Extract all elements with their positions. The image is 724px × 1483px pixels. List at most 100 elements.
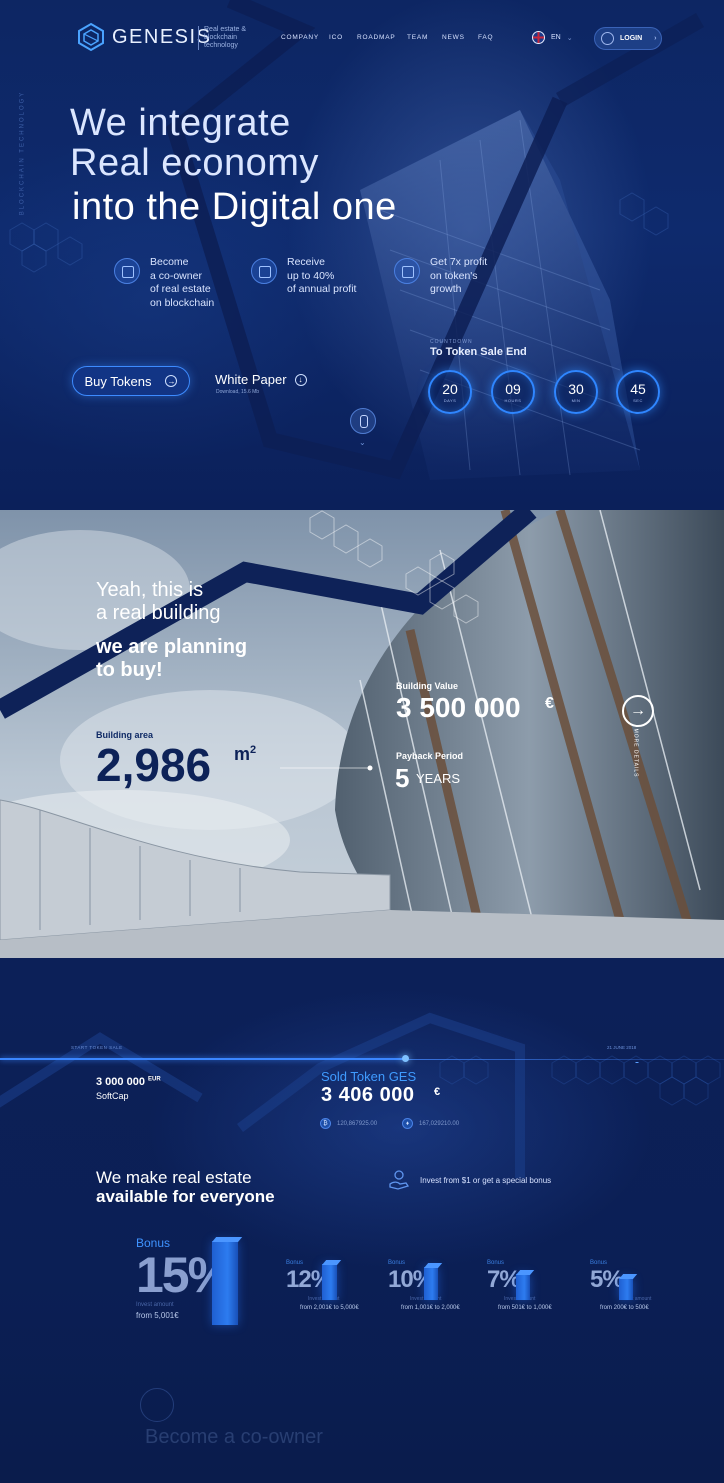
white-paper-label: White Paper: [215, 372, 287, 387]
bonus-bar-7: [516, 1274, 530, 1300]
payback-number: 5: [395, 763, 410, 793]
bonus-bar-5: [619, 1278, 633, 1300]
bulb-icon: [251, 258, 277, 284]
eth-value: 167,029210.00: [419, 1120, 460, 1127]
sale-end-date: 21 JUNE 2018: [607, 1045, 637, 1050]
download-icon: ↓: [294, 373, 307, 386]
feature-annual-profit: Receive up to 40% of annual profit: [251, 256, 356, 297]
btc-amount: ₿ 120,867925.00: [320, 1118, 377, 1129]
countdown-value: 20: [442, 381, 458, 397]
ethereum-icon: ♦: [402, 1118, 413, 1129]
building-title-line2: a real building: [96, 602, 221, 624]
countdown-days: 20 DAYS: [428, 370, 472, 414]
sale-progress-marker: [402, 1055, 409, 1062]
language-code: EN: [551, 34, 561, 41]
nav-news[interactable]: NEWS: [442, 34, 465, 41]
invest-range: from 200€ to 500€: [600, 1305, 649, 1311]
sold-token-label: Sold Token GES: [321, 1069, 417, 1084]
nav-ico[interactable]: ICO: [329, 34, 343, 41]
feature-text: Become a co-owner of real estate on bloc…: [150, 256, 215, 309]
building-area-value: 2,986: [96, 739, 212, 791]
nav-company[interactable]: COMPANY: [281, 34, 319, 41]
token-sale-background-graphic: [0, 1012, 721, 1178]
buy-tokens-button[interactable]: Buy Tokens →: [72, 366, 190, 396]
countdown-unit: SEC: [633, 398, 643, 403]
faded-section-heading: Become a co-owner: [145, 1426, 323, 1448]
bonus-bar-15: [212, 1241, 238, 1325]
sold-token-value: 3 406 000: [321, 1084, 415, 1106]
invest-note: Invest from $1 or get a special bonus: [388, 1169, 551, 1191]
sale-progress-fill: [0, 1058, 405, 1060]
countdown-unit: DAYS: [443, 398, 457, 403]
token-sale-section: START TOKEN SALE 21 JUNE 2018 3 000 000 …: [0, 958, 724, 1483]
side-vertical-text: BLOCKCHAIN TECHNOLOGY: [19, 90, 26, 216]
building-section: Yeah, this is a real building we are pla…: [0, 510, 724, 958]
nav-roadmap[interactable]: ROADMAP: [357, 34, 395, 41]
headline-line1: We make real estate: [96, 1168, 252, 1187]
more-details-label[interactable]: MORE DETAILS: [632, 729, 638, 778]
hand-coin-icon: [389, 1170, 410, 1190]
scroll-down-icon[interactable]: ⌄: [359, 438, 366, 447]
arrow-right-icon: →: [165, 375, 178, 387]
countdown-value: 45: [630, 381, 646, 397]
invest-range: from 501€ to 1,000€: [498, 1305, 552, 1311]
countdown-caption: COUNTDOWN: [430, 339, 473, 345]
chevron-right-icon: ›: [654, 35, 657, 42]
buy-tokens-label: Buy Tokens: [84, 373, 152, 389]
payback-unit: YEARS: [416, 771, 461, 786]
btc-value: 120,867925.00: [337, 1120, 378, 1127]
countdown-hours: 09 HOURS: [491, 370, 535, 414]
hero-title-line2: Real economy: [70, 142, 319, 184]
building-icon: [114, 258, 140, 284]
area-unit-text: m: [234, 744, 251, 764]
sale-start-label: START TOKEN SALE: [71, 1045, 123, 1050]
softcap-label: SoftCap: [96, 1091, 129, 1101]
payback-label: Payback Period: [396, 751, 464, 761]
countdown-unit: HOURS: [504, 398, 522, 403]
countdown-title: To Token Sale End: [430, 346, 527, 358]
countdown-value: 09: [505, 381, 521, 397]
countdown-unit: MIN: [571, 398, 581, 403]
white-paper-size: Download, 15.6 Mb: [216, 389, 260, 395]
feature-text: Get 7x profit on token's growth: [430, 256, 488, 295]
building-value-currency: €: [545, 695, 554, 712]
softcap-value: 3 000 000 EUR: [96, 1076, 161, 1088]
genesis-logo-icon[interactable]: [76, 22, 106, 52]
hero-title-line1: We integrate: [70, 102, 291, 144]
top-nav: GENESIS Real estate & blockchain technol…: [0, 0, 724, 76]
scroll-mouse-icon[interactable]: [350, 408, 376, 434]
softcap-currency: EUR: [148, 1076, 161, 1083]
softcap-amount: 3 000 000: [96, 1076, 145, 1088]
building-title-line4: to buy!: [96, 659, 163, 681]
uk-flag-icon: [532, 31, 545, 44]
arrow-right-icon: →: [630, 702, 646, 719]
invest-text: Invest from $1 or get a special bonus: [420, 1175, 552, 1185]
countdown-sec: 45 SEC: [616, 370, 660, 414]
headline-line2: available for everyone: [96, 1187, 275, 1206]
feature-text: Receive up to 40% of annual profit: [287, 256, 357, 295]
nav-team[interactable]: TEAM: [407, 34, 428, 41]
building-area-unit: m2: [234, 744, 256, 765]
building-title-line1: Yeah, this is: [96, 579, 204, 601]
hero-title-line3: into the Digital one: [72, 186, 397, 228]
atom-icon: [394, 258, 420, 284]
language-selector[interactable]: EN ⌄: [532, 31, 573, 44]
more-details-button[interactable]: →: [622, 695, 654, 727]
building-value: 3 500 000: [396, 692, 521, 723]
white-paper-link[interactable]: White Paper ↓: [215, 372, 307, 387]
eth-amount: ♦ 167,029210.00: [402, 1118, 459, 1129]
building-value-label: Building Value: [396, 681, 459, 691]
feature-co-owner: Become a co-owner of real estate on bloc…: [114, 256, 214, 310]
bitcoin-icon: ₿: [320, 1118, 331, 1129]
login-button[interactable]: LOGIN ›: [594, 27, 662, 50]
faded-building-icon: [140, 1388, 174, 1422]
chevron-down-icon: ⌄: [566, 34, 573, 42]
area-unit-exponent: 2: [250, 744, 257, 756]
nav-faq[interactable]: FAQ: [478, 34, 493, 41]
invest-range: from 1,001€ to 2,000€: [401, 1305, 460, 1311]
sold-token-currency: €: [434, 1086, 441, 1098]
countdown-value: 30: [568, 381, 584, 397]
bonus-bar-10: [424, 1267, 438, 1300]
brand-name[interactable]: GENESIS: [112, 26, 211, 49]
building-title-line3: we are planning: [96, 636, 248, 658]
